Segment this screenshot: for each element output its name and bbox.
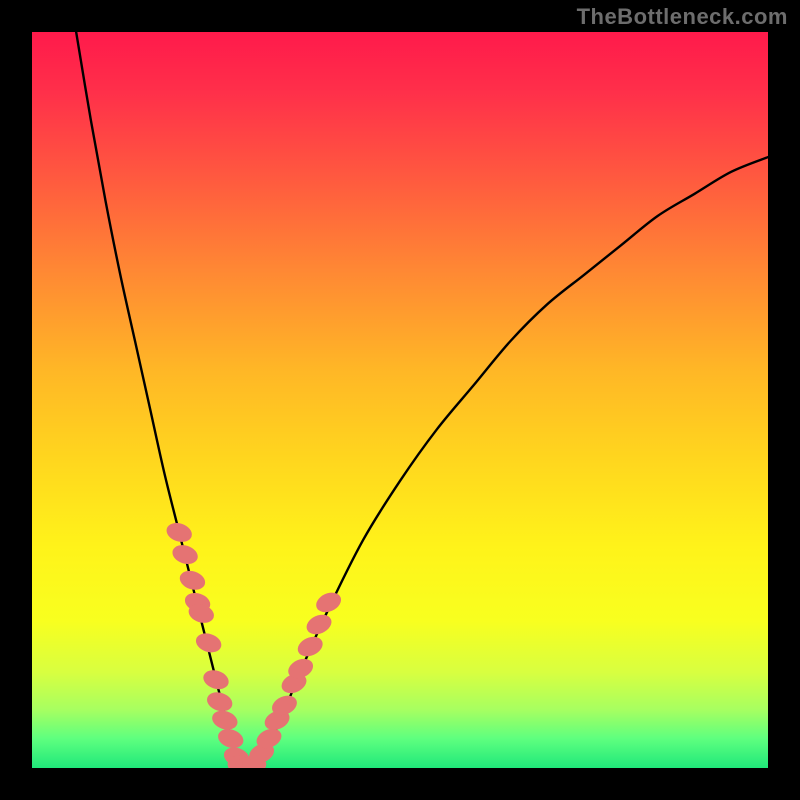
data-marker bbox=[164, 520, 194, 545]
data-marker bbox=[170, 542, 200, 567]
data-marker bbox=[313, 589, 344, 616]
data-marker bbox=[177, 568, 207, 593]
data-marker bbox=[205, 689, 235, 714]
data-marker bbox=[193, 630, 223, 655]
data-marker bbox=[295, 633, 326, 660]
chart-frame: TheBottleneck.com bbox=[0, 0, 800, 800]
data-marker bbox=[201, 667, 231, 692]
data-marker bbox=[210, 708, 240, 733]
data-marker bbox=[216, 726, 246, 751]
watermark-text: TheBottleneck.com bbox=[577, 4, 788, 30]
plot-area bbox=[32, 32, 768, 768]
chart-svg bbox=[32, 32, 768, 768]
bottleneck-curve bbox=[76, 32, 768, 768]
data-marker bbox=[304, 611, 335, 638]
